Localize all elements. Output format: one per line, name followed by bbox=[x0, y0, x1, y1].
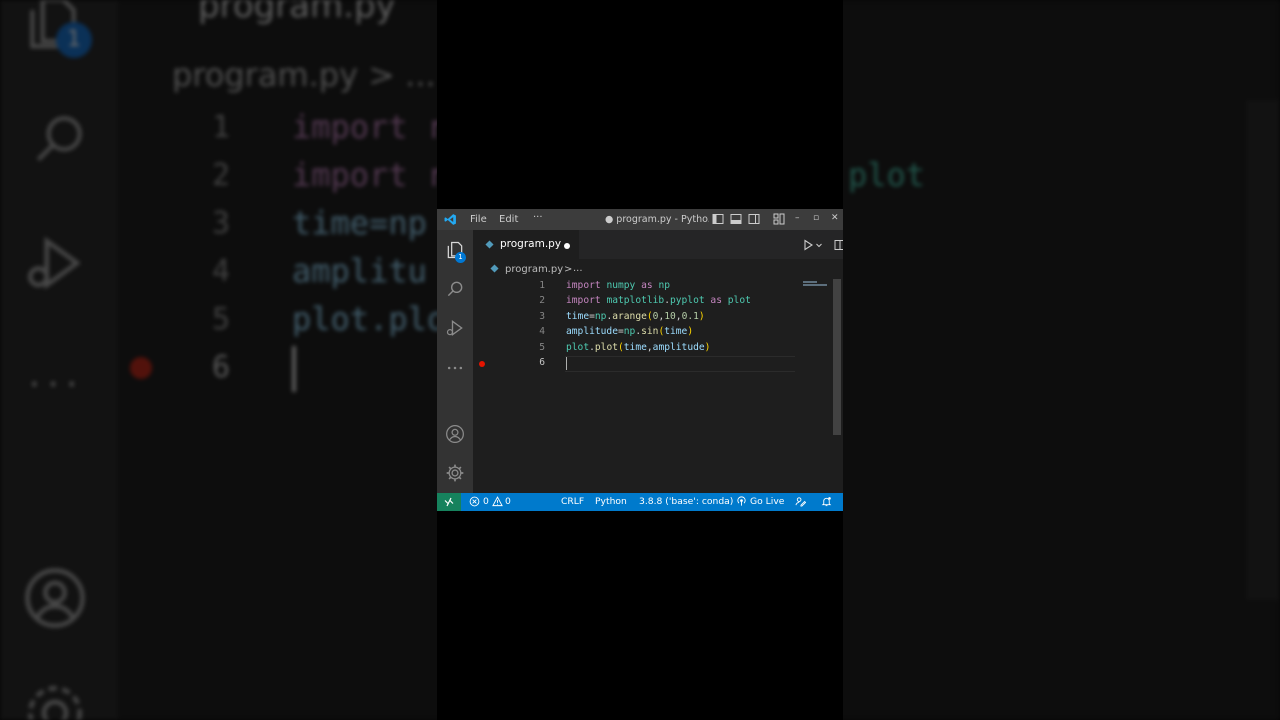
bg-run-debug-icon bbox=[22, 230, 88, 305]
line-number: 5 bbox=[539, 341, 545, 353]
bg-code-line: time=np bbox=[292, 204, 427, 242]
bg-badge: 1 bbox=[56, 22, 92, 58]
account-icon[interactable] bbox=[445, 424, 465, 444]
current-line-highlight bbox=[565, 356, 795, 372]
bg-line-number: 5 bbox=[211, 302, 230, 337]
go-live-button[interactable]: Go Live bbox=[750, 496, 784, 507]
title-bar: File Edit ··· ● program.py - Pytho... – … bbox=[437, 209, 843, 230]
menu-more[interactable]: ··· bbox=[533, 212, 543, 223]
error-count[interactable]: 0 bbox=[483, 496, 489, 507]
line-number: 1 bbox=[539, 280, 545, 291]
maximize-icon[interactable]: ▫ bbox=[813, 213, 819, 223]
code-text: plot.plot(time,amplitude) bbox=[566, 341, 711, 353]
language-mode[interactable]: Python bbox=[595, 496, 627, 507]
bg-code-line: import r bbox=[292, 156, 447, 194]
bg-line-number: 4 bbox=[211, 254, 230, 289]
menu-file[interactable]: File bbox=[470, 214, 487, 225]
chevron-down-icon[interactable] bbox=[815, 239, 823, 251]
status-bar: 0 0 CRLF Python 3.8.8 ('base': conda) Go… bbox=[437, 493, 843, 511]
vscode-window: File Edit ··· ● program.py - Pytho... – … bbox=[437, 209, 843, 511]
python-icon bbox=[485, 240, 494, 249]
breakpoint-dot-icon[interactable] bbox=[479, 361, 485, 367]
line-ending[interactable]: CRLF bbox=[561, 496, 584, 507]
text-cursor bbox=[566, 357, 567, 370]
tab-label: program.py bbox=[500, 238, 562, 250]
minimap-line bbox=[803, 281, 817, 283]
line-number: 4 bbox=[539, 326, 545, 338]
line-number: 2 bbox=[539, 295, 545, 307]
python-interpreter[interactable]: 3.8.8 ('base': conda) bbox=[639, 496, 733, 507]
breadcrumb-separator: > bbox=[564, 264, 573, 275]
bg-line-number: 2 bbox=[211, 158, 230, 193]
minimap[interactable] bbox=[801, 279, 831, 319]
explorer-badge: 1 bbox=[455, 252, 466, 263]
code-text: import matplotlib.pyplot as plot bbox=[566, 295, 751, 307]
bg-code-line: plot bbox=[848, 156, 926, 194]
code-line: 1 import numpy as np bbox=[473, 279, 831, 294]
vscode-logo-icon bbox=[444, 214, 456, 225]
bg-code-line: import r bbox=[292, 108, 447, 146]
broadcast-icon[interactable] bbox=[736, 496, 747, 507]
code-line: 5 plot.plot(time,amplitude) bbox=[473, 341, 831, 356]
breadcrumb-file[interactable]: program.py bbox=[505, 264, 563, 275]
vertical-scrollbar[interactable] bbox=[831, 279, 843, 493]
minimap-line bbox=[803, 284, 827, 286]
code-text: amplitude=np.sin(time) bbox=[566, 326, 694, 338]
unsaved-dot-icon[interactable] bbox=[564, 243, 570, 249]
code-line: 3 time=np.arange(0,10,0.1) bbox=[473, 310, 831, 325]
run-python-icon[interactable] bbox=[802, 239, 814, 251]
bg-breakpoint bbox=[130, 357, 152, 379]
remote-icon bbox=[444, 497, 454, 507]
warning-count[interactable]: 0 bbox=[505, 496, 511, 507]
bg-line-number: 6 bbox=[211, 350, 230, 385]
code-line: 4 amplitude=np.sin(time) bbox=[473, 325, 831, 340]
window-title: ● program.py - Pytho... bbox=[605, 214, 709, 225]
feedback-icon[interactable] bbox=[795, 496, 806, 507]
bg-line-number: 1 bbox=[211, 110, 230, 145]
activity-bar: 1 bbox=[437, 230, 473, 493]
more-views-icon[interactable] bbox=[445, 358, 465, 378]
gear-icon[interactable] bbox=[445, 463, 465, 483]
code-line: 2 import matplotlib.pyplot as plot bbox=[473, 294, 831, 309]
run-debug-icon[interactable] bbox=[445, 318, 465, 338]
code-editor[interactable]: 1 import numpy as np 2 import matplotlib… bbox=[473, 279, 831, 493]
warning-icon[interactable] bbox=[492, 496, 503, 507]
tab-program-py[interactable]: program.py bbox=[473, 230, 579, 259]
minimize-icon[interactable]: – bbox=[795, 213, 800, 223]
scrollbar-thumb[interactable] bbox=[833, 279, 841, 435]
breadcrumb: program.py > ... bbox=[473, 259, 843, 279]
menu-edit[interactable]: Edit bbox=[499, 214, 518, 225]
bg-code-line: amplitu bbox=[292, 252, 427, 290]
bg-scrollbar bbox=[1246, 100, 1280, 600]
search-icon[interactable] bbox=[445, 279, 465, 299]
close-icon[interactable]: ✕ bbox=[831, 213, 839, 223]
bg-more-icon: ··· bbox=[28, 362, 85, 408]
remote-indicator[interactable] bbox=[437, 493, 461, 511]
bg-tab-label: program.py bbox=[198, 0, 396, 26]
code-text: time=np.arange(0,10,0.1) bbox=[566, 310, 705, 322]
notifications-bell-icon[interactable] bbox=[821, 496, 832, 507]
toggle-panel-icon[interactable] bbox=[730, 213, 742, 225]
bg-line-number: 3 bbox=[211, 206, 230, 241]
code-line-current: 6 bbox=[473, 356, 831, 372]
toggle-sidebar-icon[interactable] bbox=[712, 213, 724, 225]
bg-cursor bbox=[292, 346, 296, 392]
breadcrumb-more[interactable]: ... bbox=[573, 263, 583, 274]
bg-code-line: plot.plo bbox=[292, 300, 447, 338]
bg-breadcrumb: program.py > ... bbox=[172, 56, 436, 94]
bg-account-icon bbox=[22, 565, 88, 640]
toggle-secondary-sidebar-icon[interactable] bbox=[748, 213, 760, 225]
python-icon bbox=[490, 264, 499, 273]
error-icon[interactable] bbox=[469, 496, 480, 507]
customize-layout-icon[interactable] bbox=[773, 213, 785, 225]
line-number: 3 bbox=[539, 310, 545, 322]
editor-tab-bar: program.py bbox=[473, 230, 843, 259]
split-editor-icon[interactable] bbox=[834, 239, 843, 251]
bg-gear-icon bbox=[22, 680, 88, 720]
bg-search-icon bbox=[28, 108, 90, 179]
code-text: import numpy as np bbox=[566, 280, 671, 291]
line-number: 6 bbox=[539, 357, 545, 368]
